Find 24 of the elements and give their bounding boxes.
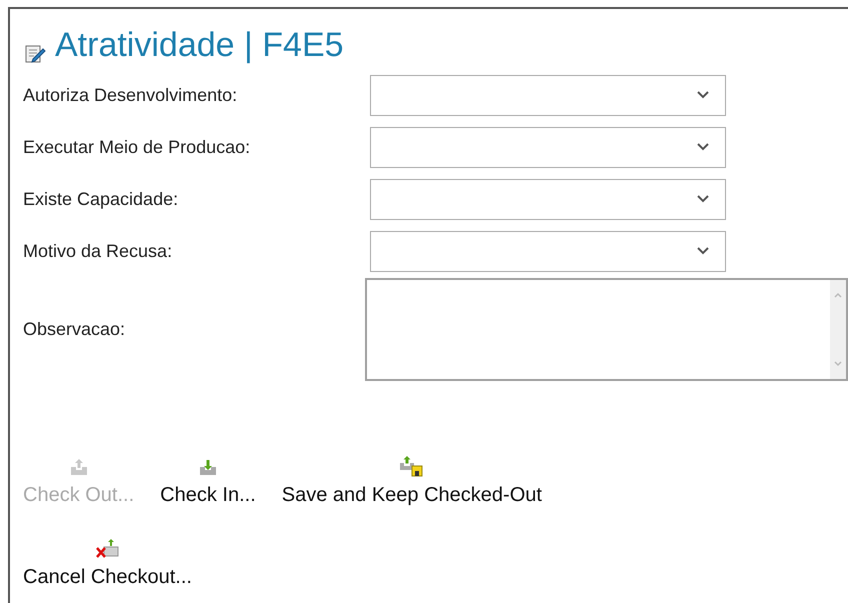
field-label: Motivo da Recusa: [23,240,172,260]
scroll-up-icon [834,292,842,298]
scrollbar[interactable] [830,280,846,379]
chevron-down-icon [697,143,709,151]
toolbar-button[interactable]: Save and Keep Checked-Out [282,445,542,507]
dropdown-field[interactable] [370,126,726,168]
tray-cross-icon [94,537,120,559]
dropdown-field[interactable] [370,178,726,220]
tray-down-arrow-icon [198,457,218,477]
field-label: Executar Meio de Producao: [23,136,250,156]
scroll-down-icon [834,361,842,367]
toolbar-button[interactable]: Check In... [160,445,256,507]
page-title: Atratividade | F4E5 [55,25,344,65]
chevron-down-icon [697,91,709,99]
dropdown-field[interactable] [370,230,726,272]
field-label: Existe Capacidade: [23,188,178,208]
field-label: Observacao: [23,319,126,339]
toolbar-button[interactable]: Cancel Checkout... [23,527,192,589]
dropdown-field[interactable] [370,74,726,116]
tray-up-arrow-icon [68,457,89,477]
chevron-down-icon [697,247,709,255]
chevron-down-icon [697,195,709,203]
field-label: Autoriza Desenvolvimento: [23,84,238,104]
text-area[interactable] [365,278,848,381]
